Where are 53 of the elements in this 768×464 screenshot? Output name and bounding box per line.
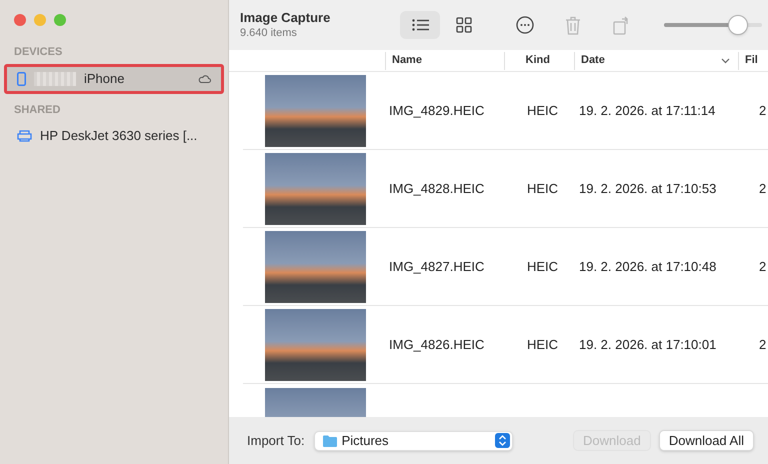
- file-kind: HEIC: [527, 102, 560, 120]
- rotate-icon: [612, 16, 630, 34]
- column-header[interactable]: Kind: [504, 52, 574, 70]
- file-kind: HEIC: [527, 336, 560, 354]
- file-kind: HEIC: [527, 258, 560, 276]
- chevron-down-icon: [721, 58, 730, 64]
- photo-row[interactable]: IMG_4827.HEIC HEIC 19. 2. 2026. at 17:10:48 2: [243, 228, 768, 306]
- ellipsis-icon: [516, 16, 534, 34]
- import-label: Import To:: [247, 432, 305, 450]
- slider-thumb[interactable]: [728, 15, 748, 35]
- list-icon: [412, 19, 428, 31]
- more-button[interactable]: [514, 14, 536, 36]
- file-name: IMG_4826.HEIC: [389, 336, 486, 354]
- zoom-window-button[interactable]: [54, 14, 66, 26]
- column-header[interactable]: Fil: [738, 52, 768, 70]
- file-name: IMG_4828.HEIC: [389, 180, 486, 198]
- table-cell-text: 2: [759, 102, 766, 120]
- column-header[interactable]: Name: [385, 52, 504, 70]
- list-view-button[interactable]: [400, 11, 440, 39]
- zoom-slider[interactable]: [664, 15, 762, 35]
- section-heading: SHARED: [13, 102, 62, 118]
- redacted-name: [34, 72, 76, 86]
- file-date: 19. 2. 2026. at 17:10:01: [579, 336, 718, 354]
- photo-row[interactable]: IMG_4826.HEIC HEIC 19. 2. 2026. at 17:10:01 2: [243, 306, 768, 384]
- file-name: IMG_4827.HEIC: [389, 258, 486, 276]
- sidebar-item[interactable]: iPhone: [4, 64, 224, 94]
- destination-dropdown[interactable]: Pictures: [314, 430, 513, 450]
- sidebar-item[interactable]: HP DeskJet 3630 series [...: [4, 121, 224, 151]
- device-name: iPhone: [84, 70, 126, 88]
- folder-icon: [322, 434, 337, 446]
- photo-row[interactable]: IMG_4829.HEIC HEIC 19. 2. 2026. at 17:11:14 2: [243, 72, 768, 150]
- section-heading: DEVICES: [13, 45, 64, 60]
- file-date: 19. 2. 2026. at 17:10:48: [579, 258, 718, 276]
- column-header[interactable]: Date: [574, 52, 738, 70]
- table-cell-text: 2: [759, 336, 766, 354]
- table-cell-text: 2: [759, 180, 766, 198]
- grid-icon: [456, 17, 472, 33]
- device-name: HP DeskJet 3630 series [...: [40, 127, 198, 146]
- trash-icon: [565, 16, 581, 34]
- phone-icon: [17, 72, 26, 86]
- close-window-button[interactable]: [14, 14, 26, 26]
- stepper-icon: [494, 433, 510, 448]
- photo-row[interactable]: IMG_4828.HEIC HEIC 19. 2. 2026. at 17:10:53 2: [243, 150, 768, 228]
- printer-icon: [17, 130, 32, 142]
- minimize-window-button[interactable]: [34, 14, 46, 26]
- file-date: 19. 2. 2026. at 17:10:53: [579, 180, 718, 198]
- file-name: IMG_4829.HEIC: [389, 102, 486, 120]
- window-title: Image Capture: [240, 10, 332, 26]
- file-kind: HEIC: [527, 180, 560, 198]
- table-cell-text: 2: [759, 258, 766, 276]
- file-date: 19. 2. 2026. at 17:11:14: [579, 102, 716, 120]
- download-button[interactable]: Download All: [658, 430, 754, 451]
- item-count: 9.640 items: [240, 26, 298, 40]
